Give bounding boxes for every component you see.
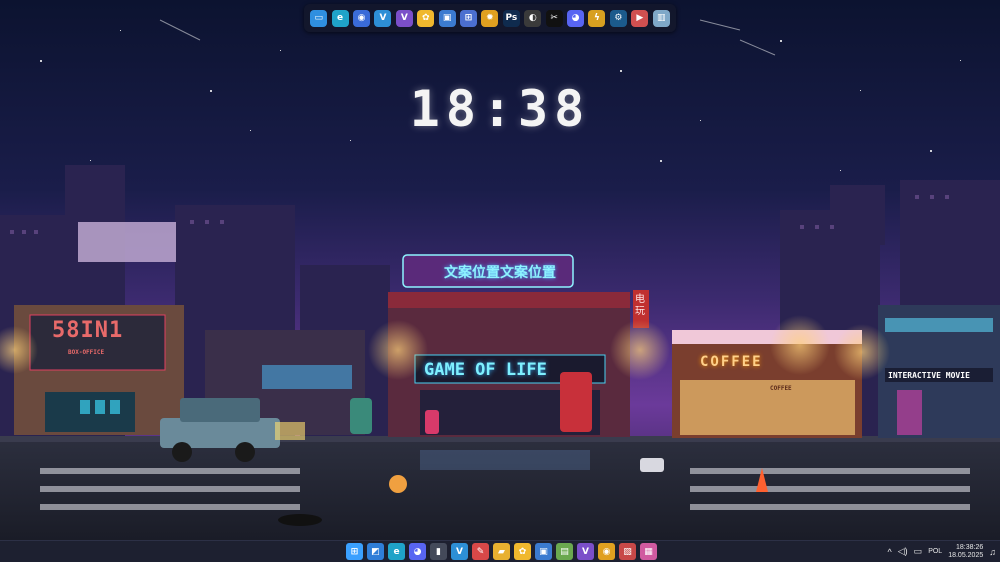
terminal-icon[interactable]: ▮ bbox=[430, 543, 447, 560]
sign-neon-top: 文案位置文案位置 bbox=[444, 265, 556, 281]
vscode-icon[interactable]: V bbox=[451, 543, 468, 560]
browser-icon[interactable]: ◉ bbox=[353, 9, 371, 27]
capcut-icon[interactable]: ✂ bbox=[545, 9, 563, 27]
network-icon[interactable]: ▣ bbox=[535, 543, 552, 560]
tray-date: 18.05.2025 bbox=[948, 551, 984, 559]
paw-icon[interactable]: ✿ bbox=[514, 543, 531, 560]
network-icon[interactable]: ▣ bbox=[438, 9, 456, 27]
widgets-icon[interactable]: ◩ bbox=[367, 543, 384, 560]
visual-studio-icon[interactable]: V bbox=[395, 9, 413, 27]
sign-vertical: 电玩 bbox=[635, 294, 645, 317]
settings-gear-icon[interactable]: ✹ bbox=[481, 9, 499, 27]
photos-icon[interactable]: ▧ bbox=[619, 543, 636, 560]
connections-icon[interactable]: ⊞ bbox=[460, 9, 478, 27]
recycle-bin-icon[interactable]: ▥ bbox=[652, 9, 670, 27]
sign-coffee: COFFEE bbox=[700, 354, 763, 370]
network-icon[interactable]: ▭ bbox=[914, 546, 923, 557]
media-icon[interactable]: ▶ bbox=[631, 9, 649, 27]
notepad-icon[interactable]: ▤ bbox=[556, 543, 573, 560]
sign-coffee-small: COFFEE bbox=[770, 385, 792, 392]
this-pc-icon[interactable]: ▭ bbox=[310, 9, 328, 27]
sign-58in1: 58IN1 bbox=[52, 318, 124, 343]
obs-icon[interactable]: ◐ bbox=[524, 9, 542, 27]
speaker-icon[interactable]: ◁) bbox=[898, 546, 908, 557]
paw-icon[interactable]: ✿ bbox=[417, 9, 435, 27]
taskbar: ⊞ ◩ e ◕ ▮ V ✎ ▰ ✿ ▣ ▤ V ◉ ▧ ▦ ^ ◁) ▭ POL 18:38:26 18.0… bbox=[0, 540, 1000, 562]
tray-time: 18:38:26 bbox=[956, 543, 984, 551]
sign-box-office: BOX-OFFICE bbox=[68, 349, 105, 356]
lightning-icon[interactable]: ϟ bbox=[588, 9, 606, 27]
vscode-icon[interactable]: V bbox=[374, 9, 392, 27]
notification-bell-icon[interactable]: ♫ bbox=[989, 547, 996, 557]
system-tray: ^ ◁) ▭ POL 18:38:26 18.05.2025 ♫ bbox=[888, 541, 996, 562]
clock-widget: 18:38 bbox=[409, 80, 591, 138]
paint-icon[interactable]: ✎ bbox=[472, 543, 489, 560]
edge-icon[interactable]: e bbox=[388, 543, 405, 560]
language-indicator[interactable]: POL bbox=[928, 548, 942, 555]
store-icon[interactable]: ▦ bbox=[640, 543, 657, 560]
start-button[interactable]: ⊞ bbox=[346, 543, 363, 560]
visual-studio-icon[interactable]: V bbox=[577, 543, 594, 560]
sign-game-of-life: GAME OF LIFE bbox=[424, 360, 547, 380]
top-dock: ▭ e ◉ V V ✿ ▣ ⊞ ✹ Ps ◐ ✂ ◕ ϟ ⚙ ▶ ▥ bbox=[304, 4, 676, 32]
steam-icon[interactable]: ⚙ bbox=[609, 9, 627, 27]
chrome-icon[interactable]: ◉ bbox=[598, 543, 615, 560]
edge-icon[interactable]: e bbox=[331, 9, 349, 27]
photoshop-icon[interactable]: Ps bbox=[502, 9, 520, 27]
discord-icon[interactable]: ◕ bbox=[409, 543, 426, 560]
taskbar-apps: ⊞ ◩ e ◕ ▮ V ✎ ▰ ✿ ▣ ▤ V ◉ ▧ ▦ bbox=[346, 543, 657, 560]
folder-icon[interactable]: ▰ bbox=[493, 543, 510, 560]
discord-icon[interactable]: ◕ bbox=[567, 9, 585, 27]
desktop: { "clock": {"time": "18:38"}, "dock": { … bbox=[0, 0, 1000, 562]
sign-interactive-movie: INTERACTIVE MOVIE bbox=[888, 371, 970, 380]
tray-clock[interactable]: 18:38:26 18.05.2025 bbox=[948, 544, 983, 560]
chevron-up-icon[interactable]: ^ bbox=[888, 547, 892, 557]
